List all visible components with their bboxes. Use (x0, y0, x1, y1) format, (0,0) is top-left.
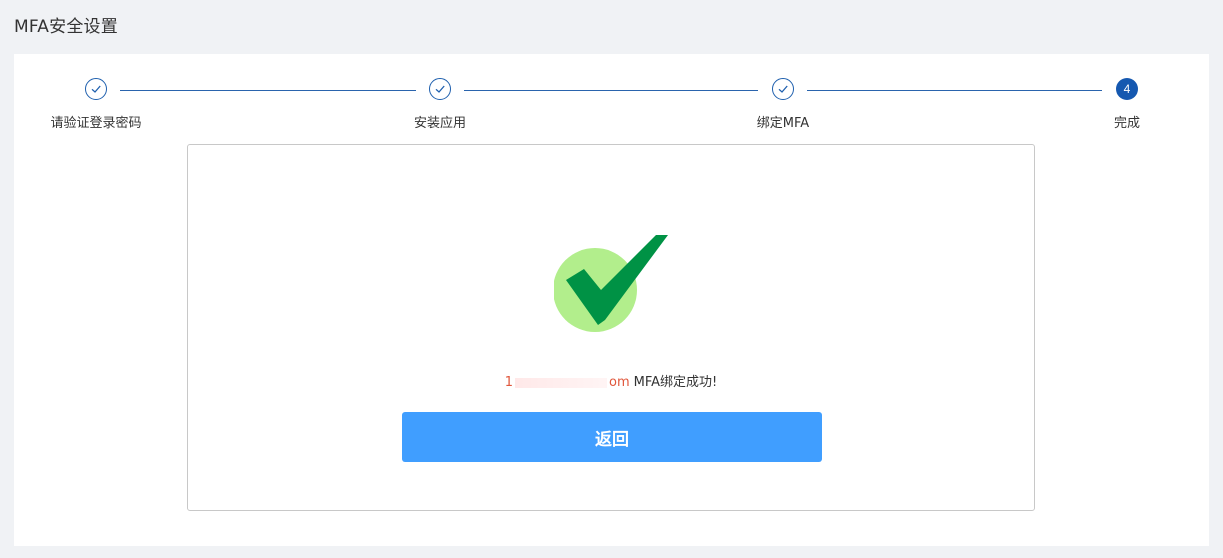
success-message: 1 om MFA绑定成功! (188, 371, 1034, 390)
content-panel: 请验证登录密码 安装应用 绑定MFA 4 完成 1 om MFA绑定成功! 返回 (14, 54, 1209, 546)
redacted-mask (515, 377, 608, 388)
success-check-icon (554, 235, 668, 332)
account-email: 1 om (504, 375, 630, 390)
step-label: 完成 (1113, 116, 1140, 131)
back-button[interactable]: 返回 (402, 412, 822, 462)
check-icon (85, 78, 107, 100)
step-label: 绑定MFA (756, 116, 810, 131)
step-complete: 4 完成 (1057, 78, 1197, 131)
check-icon (772, 78, 794, 100)
step-install-app: 安装应用 (370, 78, 510, 131)
result-box: 1 om MFA绑定成功! 返回 (187, 144, 1035, 511)
check-icon (429, 78, 451, 100)
steps-bar: 请验证登录密码 安装应用 绑定MFA 4 完成 (14, 54, 1209, 134)
message-text: MFA绑定成功! (633, 375, 718, 390)
step-label: 请验证登录密码 (50, 116, 142, 131)
page-title: MFA安全设置 (14, 17, 118, 37)
step-verify-password: 请验证登录密码 (26, 78, 166, 131)
step-label: 安装应用 (413, 116, 466, 131)
step-bind-mfa: 绑定MFA (713, 78, 853, 131)
step-number-badge: 4 (1116, 78, 1138, 100)
